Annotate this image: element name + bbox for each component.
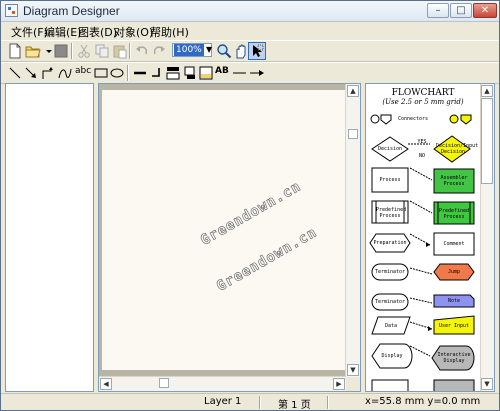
terminator-label-2[interactable]: Terminator bbox=[372, 299, 408, 305]
predefined-process-green-label[interactable]: Predefined Process bbox=[438, 208, 470, 220]
display-label[interactable]: Display bbox=[372, 353, 412, 359]
line-style-icon[interactable] bbox=[149, 65, 165, 81]
text-tool-button[interactable]: abc bbox=[75, 66, 91, 76]
copy-icon[interactable] bbox=[94, 43, 110, 59]
menu-object[interactable]: 对象(O) bbox=[114, 24, 153, 40]
process-label[interactable]: Process bbox=[372, 177, 408, 183]
font-tool-button[interactable]: AB bbox=[215, 66, 229, 76]
scroll-down-icon[interactable]: ▼ bbox=[481, 378, 493, 390]
drawing-canvas[interactable]: Greendown.cn Greendown.cn bbox=[102, 90, 349, 370]
jump-label[interactable]: Jump bbox=[434, 269, 474, 275]
status-coordinates: x=55.8 mm y=0.0 mm bbox=[365, 396, 481, 407]
client-area: Greendown.cn Greendown.cn ▲ ▼ ◀ ▶ FLOWCH… bbox=[5, 83, 495, 392]
save-icon[interactable] bbox=[53, 43, 69, 59]
scroll-corner bbox=[346, 377, 360, 391]
scrollbar-thumb[interactable] bbox=[348, 129, 358, 139]
title-bar: Diagram Designer – □ ✕ bbox=[1, 1, 499, 22]
yes-label: YES bbox=[417, 139, 427, 145]
partial-shape-2 bbox=[433, 379, 475, 391]
scrollbar-thumb[interactable] bbox=[159, 378, 169, 388]
line-tool-icon[interactable] bbox=[7, 65, 23, 81]
drawing-area: Greendown.cn Greendown.cn ▲ ▼ ◀ ▶ bbox=[98, 83, 361, 392]
canvas-vertical-scrollbar[interactable]: ▲ ▼ bbox=[345, 84, 360, 377]
status-divider bbox=[259, 396, 261, 409]
connectors-label: Connectors bbox=[397, 116, 429, 122]
user-input-label[interactable]: User Input bbox=[434, 323, 474, 329]
palette-vertical-scrollbar[interactable]: ▲ ▼ bbox=[480, 84, 494, 391]
status-divider bbox=[327, 396, 329, 409]
menu-file[interactable]: 文件(F) bbox=[11, 24, 48, 40]
scroll-up-icon[interactable]: ▲ bbox=[347, 85, 359, 97]
note-label[interactable]: Note bbox=[434, 298, 474, 304]
data-label[interactable]: Data bbox=[372, 323, 410, 329]
status-bar: Layer 1 第 1 页 x=55.8 mm y=0.0 mm bbox=[1, 393, 499, 411]
partial-shape bbox=[371, 379, 409, 391]
redo-icon[interactable] bbox=[151, 43, 167, 59]
line-end-icon[interactable] bbox=[232, 65, 248, 81]
scroll-left-icon[interactable]: ◀ bbox=[100, 378, 112, 390]
app-icon bbox=[5, 4, 18, 17]
arrow-line-tool-icon[interactable] bbox=[23, 65, 39, 81]
page-panel[interactable] bbox=[5, 83, 94, 392]
assembler-process-label[interactable]: Assembler Process bbox=[434, 175, 474, 187]
canvas-horizontal-scrollbar[interactable]: ◀ ▶ bbox=[99, 376, 346, 391]
app-window: Diagram Designer – □ ✕ 文件(F) 编辑(E) 图表(D)… bbox=[0, 0, 500, 411]
fill-color-icon[interactable] bbox=[165, 65, 181, 81]
rectangle-tool-icon[interactable] bbox=[93, 65, 109, 81]
predefined-process-label[interactable]: Predefined Process bbox=[376, 207, 406, 219]
line-width-icon[interactable] bbox=[132, 65, 148, 81]
hand-pan-icon[interactable] bbox=[233, 43, 249, 59]
ellipse-tool-icon[interactable] bbox=[109, 65, 125, 81]
scroll-down-icon[interactable]: ▼ bbox=[347, 364, 359, 376]
curve-tool-icon[interactable] bbox=[57, 65, 73, 81]
fill-pattern-icon[interactable] bbox=[198, 65, 214, 81]
toolbar-separator bbox=[129, 43, 131, 59]
zoom-dropdown-icon[interactable]: ▼ bbox=[206, 45, 212, 54]
connector-circle-shape bbox=[370, 114, 380, 124]
main-toolbar: 100% ▼ bbox=[1, 40, 499, 62]
toolbar-separator bbox=[127, 65, 129, 81]
menu-bar: 文件(F) 编辑(E) 图表(D) 对象(O) 帮助(H) bbox=[1, 22, 499, 40]
menu-diagram[interactable]: 图表(D) bbox=[78, 24, 117, 40]
connector-tool-icon[interactable] bbox=[40, 65, 56, 81]
scroll-up-icon[interactable]: ▲ bbox=[481, 85, 493, 97]
zoom-magnifier-icon[interactable] bbox=[216, 43, 232, 59]
status-layer: Layer 1 bbox=[204, 396, 242, 407]
menu-edit[interactable]: 编辑(E) bbox=[44, 24, 82, 40]
palette-shapes bbox=[369, 114, 475, 391]
connector-offpage-yellow-shape bbox=[460, 114, 472, 125]
preparation-label[interactable]: Preparation bbox=[370, 240, 410, 246]
scroll-right-icon[interactable]: ▶ bbox=[333, 378, 345, 390]
status-page: 第 1 页 bbox=[278, 400, 311, 411]
new-file-icon[interactable] bbox=[7, 43, 23, 59]
drawing-toolbar: abc AB bbox=[1, 62, 499, 84]
paste-icon[interactable] bbox=[112, 43, 128, 59]
flowchart-palette: FLOWCHART (Use 2.5 or 5 mm grid) Connect… bbox=[365, 83, 495, 392]
comment-label[interactable]: Comment bbox=[434, 241, 474, 247]
terminator-label[interactable]: Terminator bbox=[372, 269, 408, 275]
zoom-value: 100% bbox=[174, 44, 204, 56]
close-button[interactable]: ✕ bbox=[473, 3, 497, 18]
open-dropdown-icon[interactable] bbox=[41, 43, 52, 59]
pointer-tool-button[interactable] bbox=[248, 42, 266, 60]
connector-circle-yellow-shape bbox=[449, 114, 459, 124]
window-title: Diagram Designer bbox=[23, 4, 120, 18]
scrollbar-thumb[interactable] bbox=[481, 98, 493, 184]
arrow-end-icon[interactable] bbox=[249, 65, 265, 81]
interactive-display-label[interactable]: Interactive Display bbox=[436, 352, 472, 364]
minimize-button[interactable]: – bbox=[427, 3, 449, 18]
maximize-button[interactable]: □ bbox=[450, 3, 472, 18]
no-label: NO bbox=[418, 153, 426, 159]
shadow-icon[interactable] bbox=[181, 65, 197, 81]
menu-help[interactable]: 帮助(H) bbox=[150, 24, 189, 40]
toolbar-separator bbox=[71, 43, 73, 59]
decision-input-label[interactable]: Decision/Input Decision bbox=[436, 143, 478, 155]
open-folder-icon[interactable] bbox=[25, 43, 41, 59]
cut-icon[interactable] bbox=[76, 43, 92, 59]
decision-label[interactable]: Decision bbox=[372, 146, 408, 152]
undo-icon[interactable] bbox=[134, 43, 150, 59]
